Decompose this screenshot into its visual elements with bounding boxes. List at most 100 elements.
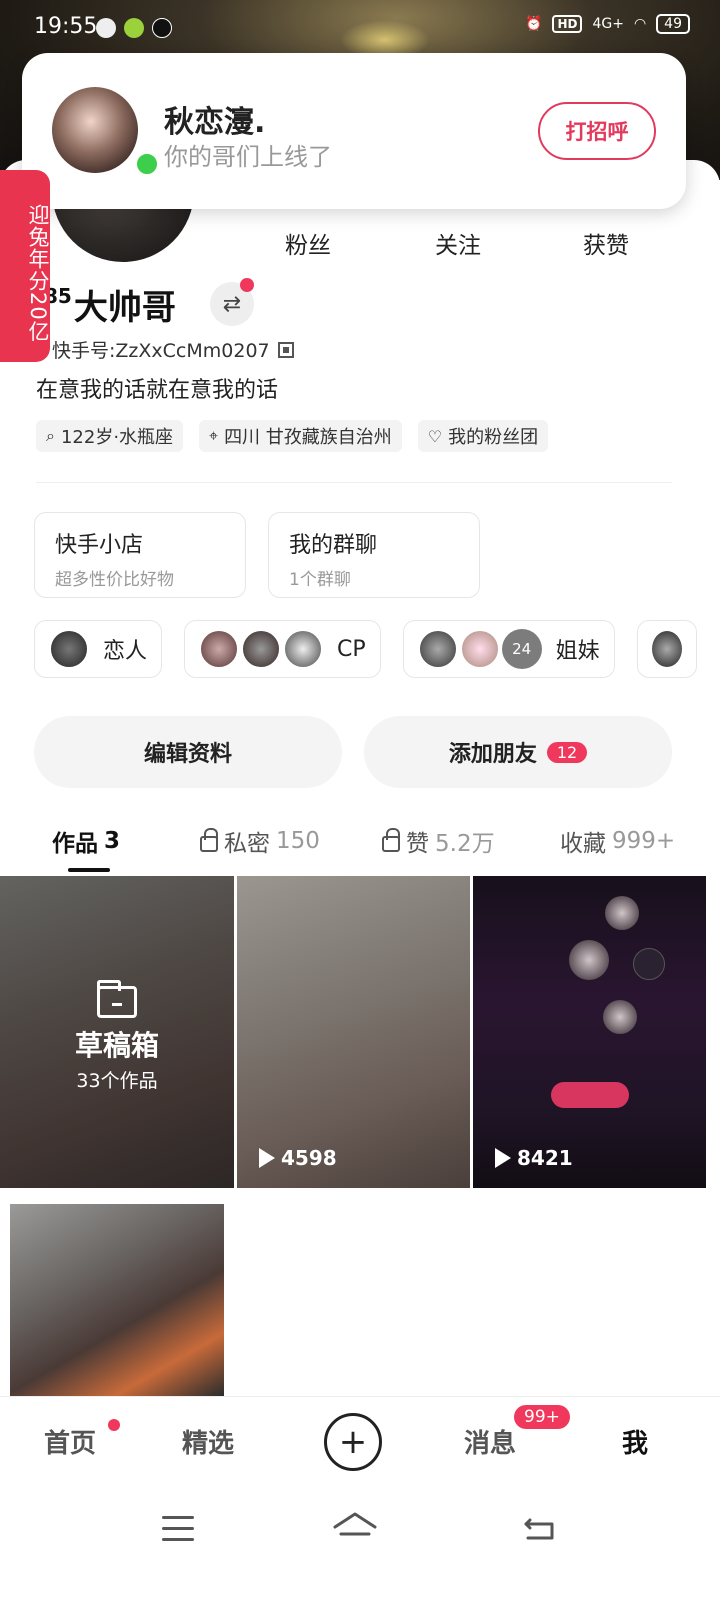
tab-private[interactable]: 私密 150: [200, 824, 320, 858]
network-label: 4G+: [592, 16, 624, 32]
greet-button[interactable]: 打招呼: [538, 102, 656, 160]
nav-me[interactable]: 我: [622, 1423, 648, 1460]
plus-icon: +: [338, 1422, 368, 1462]
tab-count: 150: [276, 828, 320, 854]
search-icon: ⌕: [46, 426, 55, 445]
system-nav-bar: [0, 1488, 720, 1600]
relation-label: 姐妹: [555, 639, 600, 664]
tiktok-icon: [152, 18, 172, 38]
relation-count: 24: [501, 629, 542, 669]
folder-icon: [97, 980, 137, 1018]
tag-age[interactable]: ⌕ 122岁·水瓶座: [36, 420, 184, 452]
relation-label: CP: [337, 636, 366, 662]
tag-label: 122岁·水瓶座: [60, 427, 174, 448]
switch-notify-dot: [240, 278, 254, 292]
online-notification[interactable]: 秋恋濅. 你的哥们上线了 打招呼: [22, 53, 686, 209]
tab-label: 赞: [406, 831, 429, 857]
tab-count: 5.2万: [435, 831, 495, 857]
tag-fan-club[interactable]: ♡ 我的粉丝团: [417, 420, 549, 452]
draft-title: 草稿箱: [74, 1029, 159, 1062]
battery-icon: 49: [656, 14, 690, 34]
avatar: [649, 629, 684, 669]
avatar: [199, 629, 240, 669]
qr-code-icon[interactable]: [277, 341, 294, 358]
switch-icon: ⇄: [222, 291, 242, 317]
avatar: [417, 629, 458, 669]
video-tile[interactable]: 8421: [473, 876, 706, 1188]
status-app-icons: [96, 18, 172, 38]
play-icon: [495, 1148, 511, 1168]
tab-label: 私密: [224, 831, 270, 857]
user-id: 快手号:ZzXxCcMm0207: [52, 340, 270, 362]
stat-label: 关注: [435, 233, 481, 259]
app-notification-icon: [124, 18, 144, 38]
tag-label: 四川 甘孜藏族自治州: [224, 427, 392, 448]
user-id-row[interactable]: 快手号:ZzXxCcMm0207: [52, 336, 294, 363]
avatar: [241, 629, 282, 669]
nav-messages[interactable]: 消息: [464, 1423, 516, 1460]
tab-liked[interactable]: 赞 5.2万: [382, 824, 495, 858]
nav-home[interactable]: 首页: [44, 1423, 96, 1460]
play-count-value: 4598: [281, 1146, 337, 1170]
status-bar: 19:55 ⏰ HD 4G+ ◠ 49: [0, 0, 720, 52]
play-count: 4598: [259, 1146, 337, 1170]
create-button[interactable]: +: [324, 1413, 382, 1471]
relation-label: 恋人: [103, 639, 148, 664]
back-icon[interactable]: [522, 1516, 556, 1542]
menu-icon[interactable]: [162, 1516, 194, 1549]
shop-card[interactable]: 快手小店 超多性价比好物: [34, 512, 246, 598]
location-icon: ⌖: [209, 426, 219, 445]
video-tile[interactable]: [0, 1190, 234, 1396]
add-friend-button[interactable]: 添加朋友 12: [364, 716, 672, 788]
relation-more[interactable]: [636, 620, 697, 678]
hd-icon: HD: [552, 15, 583, 33]
online-indicator: [134, 151, 160, 177]
app-notification-icon: [96, 18, 116, 38]
tab-favorites[interactable]: 收藏 999+: [560, 824, 675, 858]
video-thumbnail: [10, 1204, 224, 1396]
relation-cp[interactable]: CP: [184, 620, 381, 678]
card-title: 快手小店: [55, 533, 144, 558]
home-icon[interactable]: [332, 1510, 378, 1544]
bottom-nav: 首页 精选 + 消息 99+ 我: [0, 1396, 720, 1488]
tab-label: 作品: [52, 831, 98, 857]
heart-icon: ♡: [427, 426, 443, 446]
play-icon: [259, 1148, 275, 1168]
card-title: 我的群聊: [289, 533, 378, 558]
draft-count: 33个作品: [76, 1070, 158, 1092]
tag-location[interactable]: ⌖ 四川 甘孜藏族自治州: [199, 420, 402, 452]
add-friend-badge: 12: [546, 741, 588, 763]
status-right: ⏰ HD 4G+ ◠ 49: [525, 14, 690, 34]
alarm-icon: ⏰: [525, 16, 543, 32]
video-tile[interactable]: 4598: [237, 876, 470, 1188]
edit-profile-button[interactable]: 编辑资料: [34, 716, 342, 788]
notification-name: 秋恋濅.: [164, 105, 266, 140]
stat-label: 获赞: [583, 233, 629, 259]
relation-sisters[interactable]: 24 姐妹: [402, 620, 615, 678]
profile-name: 85 大帅哥: [44, 280, 176, 329]
relation-chips: 恋人 CP 24 姐妹: [34, 620, 697, 678]
draft-box: 草稿箱 33个作品: [0, 980, 234, 1093]
profile-tags: ⌕ 122岁·水瓶座 ⌖ 四川 甘孜藏族自治州 ♡ 我的粉丝团: [36, 420, 549, 452]
avatar: [459, 629, 500, 669]
tab-works[interactable]: 作品 3: [52, 824, 120, 858]
status-time: 19:55: [34, 14, 98, 39]
card-subtitle: 超多性价比好物: [55, 570, 174, 590]
group-chat-card[interactable]: 我的群聊 1个群聊: [268, 512, 480, 598]
profile-page: 19:55 ⏰ HD 4G+ ◠ 49 2007 粉丝 4740 关注 1.6万…: [0, 0, 720, 1600]
promo-banner[interactable]: 迎兔年分20亿: [0, 170, 50, 362]
tab-label: 收藏: [560, 831, 606, 857]
lock-icon: [200, 828, 218, 852]
button-label: 编辑资料: [143, 742, 232, 767]
avatar: [52, 87, 138, 173]
notification-subtitle: 你的哥们上线了: [164, 143, 332, 171]
wifi-icon: ◠: [633, 16, 647, 32]
relation-lover[interactable]: 恋人: [34, 620, 163, 678]
tab-indicator: [68, 868, 110, 872]
bio: 在意我的话就在意我的话: [36, 378, 279, 403]
draft-box-tile[interactable]: 草稿箱 33个作品: [0, 876, 234, 1188]
nav-featured[interactable]: 精选: [182, 1423, 234, 1460]
avatar: [49, 629, 89, 669]
play-count-value: 8421: [517, 1146, 573, 1170]
tab-count: 3: [104, 828, 121, 854]
